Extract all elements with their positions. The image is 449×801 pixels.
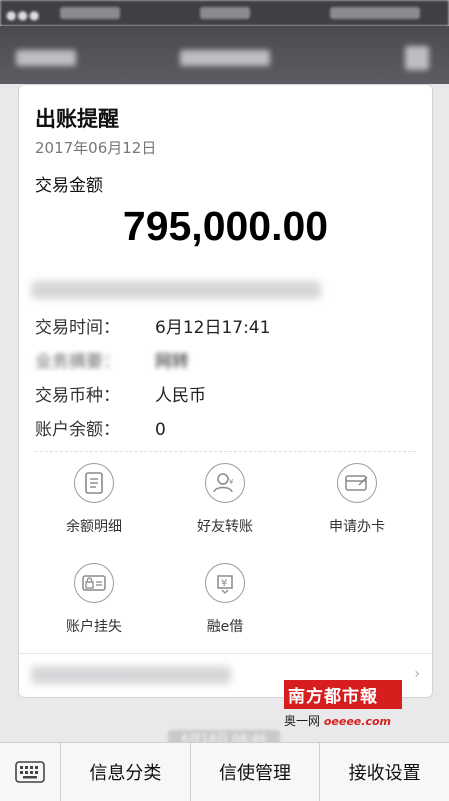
detail-value: 6月12日17:41 bbox=[155, 318, 271, 338]
profile-icon[interactable] bbox=[405, 46, 429, 70]
watermark-site-domain: oeeee.com bbox=[323, 715, 391, 728]
redacted-row bbox=[31, 281, 321, 299]
tab-receive-settings[interactable]: 接收设置 bbox=[320, 743, 449, 801]
detail-row-balance: 账户余额： 0 bbox=[35, 415, 166, 440]
tab-courier-management[interactable]: 信使管理 bbox=[191, 743, 321, 801]
nav-bar bbox=[0, 26, 449, 84]
signal-dots: ●●● bbox=[6, 8, 41, 22]
message-card: 出账提醒 2017年06月12日 交易金额 795,000.00 交易时间： 6月… bbox=[18, 84, 433, 698]
detail-row-currency: 交易币种： 人民币 bbox=[35, 381, 206, 406]
user-transfer-icon: ¥ bbox=[205, 463, 245, 503]
status-bar: ●●● bbox=[0, 0, 449, 26]
action-label: 融e借 bbox=[206, 619, 244, 635]
watermark-site: 奥一网 oeeee.com bbox=[284, 712, 402, 729]
detail-value: 人民币 bbox=[155, 386, 206, 406]
back-button[interactable] bbox=[16, 50, 76, 66]
newspaper-watermark: 南方都市報 奥一网 oeeee.com bbox=[284, 680, 402, 729]
message-date: 2017年06月12日 bbox=[35, 139, 157, 157]
keyboard-icon[interactable] bbox=[0, 743, 61, 801]
lock-card-icon bbox=[74, 563, 114, 603]
document-icon bbox=[74, 463, 114, 503]
blurred-clock bbox=[200, 7, 250, 19]
detail-label: 账户余额： bbox=[35, 420, 120, 440]
detail-row-time: 交易时间： 6月12日17:41 bbox=[35, 313, 270, 338]
blurred-carrier bbox=[60, 7, 120, 19]
transaction-amount: 795,000.00 bbox=[122, 203, 329, 249]
watermark-site-prefix: 奥一网 bbox=[284, 714, 321, 728]
tab-message-category[interactable]: 信息分类 bbox=[61, 743, 191, 801]
chevron-right-icon: › bbox=[414, 666, 420, 682]
detail-value: 网转 bbox=[155, 352, 189, 372]
action-label: 好友转账 bbox=[197, 519, 253, 535]
svg-text:¥: ¥ bbox=[229, 478, 234, 486]
detail-row-summary: 业务摘要： 网转 bbox=[35, 347, 189, 372]
action-report-loss[interactable]: 账户挂失 bbox=[39, 563, 149, 636]
section-divider bbox=[35, 451, 416, 452]
message-title: 出账提醒 bbox=[35, 107, 119, 131]
detail-label: 业务摘要： bbox=[35, 352, 120, 372]
yuan-icon: ¥ bbox=[205, 563, 245, 603]
nav-title bbox=[180, 50, 270, 66]
svg-text:¥: ¥ bbox=[221, 578, 227, 589]
action-label: 申请办卡 bbox=[329, 519, 385, 535]
bottom-tab-bar: 信息分类 信使管理 接收设置 bbox=[0, 742, 449, 801]
detail-label: 交易时间： bbox=[35, 318, 120, 338]
action-rongejie[interactable]: ¥ 融e借 bbox=[170, 563, 280, 636]
amount-label: 交易金额 bbox=[35, 176, 103, 196]
blurred-battery bbox=[330, 7, 420, 19]
watermark-brand: 南方都市報 bbox=[284, 680, 402, 709]
redacted-link-text bbox=[31, 666, 231, 684]
card-icon bbox=[337, 463, 377, 503]
action-friend-transfer[interactable]: ¥ 好友转账 bbox=[170, 463, 280, 536]
detail-value: 0 bbox=[155, 420, 166, 440]
action-balance-detail[interactable]: 余额明细 bbox=[39, 463, 149, 536]
action-label: 账户挂失 bbox=[66, 619, 122, 635]
action-apply-card[interactable]: 申请办卡 bbox=[302, 463, 412, 536]
action-label: 余额明细 bbox=[66, 519, 122, 535]
detail-label: 交易币种： bbox=[35, 386, 120, 406]
